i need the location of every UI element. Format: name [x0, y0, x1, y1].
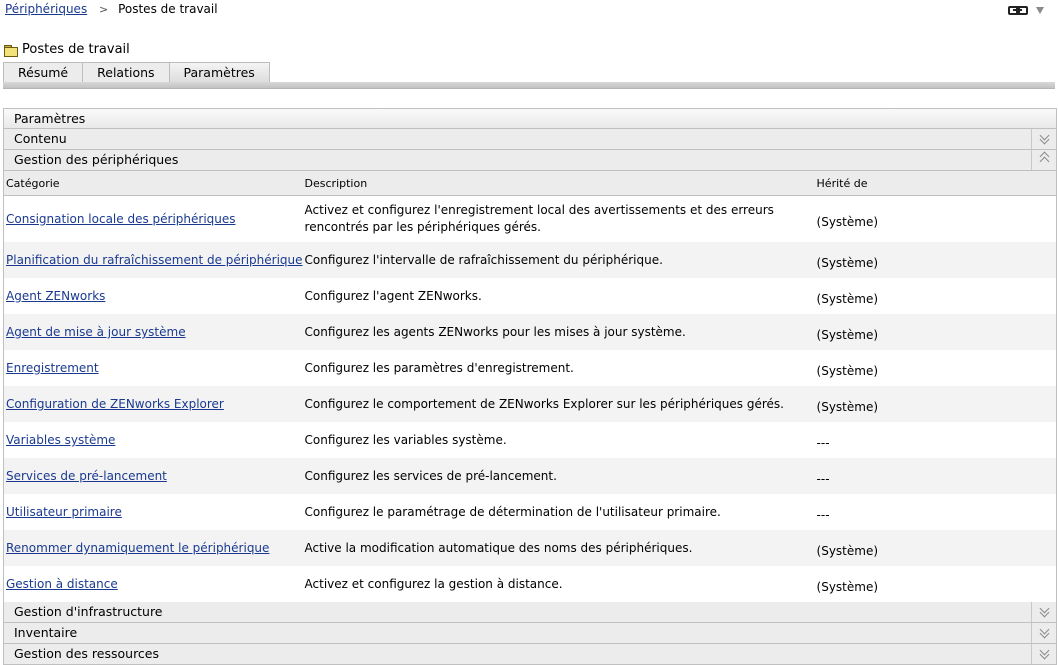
description-cell: Configurez les agents ZENworks pour les …	[302, 314, 815, 350]
column-header-category: Catégorie	[4, 171, 303, 196]
category-link[interactable]: Configuration de ZENworks Explorer	[6, 397, 224, 411]
inherited-cell: ---	[814, 458, 1056, 494]
tab-underbar	[3, 82, 1055, 89]
settings-panel: Paramètres Contenu Gestion des périphéri…	[3, 108, 1057, 665]
inherited-cell: (Système)	[816, 215, 879, 229]
column-header-inherited: Hérité de	[814, 171, 1056, 196]
link-icon[interactable]	[1008, 5, 1028, 15]
section-label: Inventaire	[14, 625, 78, 640]
section-label: Gestion des ressources	[14, 646, 160, 661]
description-cell: Active la modification automatique des n…	[302, 530, 815, 566]
table-row: Renommer dynamiquement le périphérique Ac…	[4, 530, 1056, 566]
table-row: Services de pré-lancement Configurez les …	[4, 458, 1056, 494]
category-cell: Planification du rafraîchissement de pér…	[4, 242, 303, 278]
table-row: Planification du rafraîchissement de pér…	[4, 242, 1056, 278]
expand-toggle[interactable]	[1031, 129, 1056, 149]
table-row: Utilisateur primaire Configurez le paramé…	[4, 494, 1056, 530]
inherited-cell: (Système)	[814, 242, 1056, 278]
table-row: Agent de mise à jour système Configurez l…	[4, 314, 1056, 350]
category-link[interactable]: Variables système	[6, 433, 115, 447]
double-chevron-down-icon	[1039, 645, 1049, 660]
settings-table: Catégorie Description Hérité de Consigna…	[4, 171, 1056, 602]
section-gestion-des-peripheriques[interactable]: Gestion des périphériques	[4, 150, 1056, 171]
category-link[interactable]: Consignation locale des périphériques	[6, 212, 236, 226]
table-row: Consignation locale des périphériques Act…	[4, 196, 1056, 243]
section-contenu[interactable]: Contenu	[4, 129, 1056, 150]
page-heading: Postes de travail	[4, 42, 130, 57]
description-cell: Configurez les services de pré-lancement…	[302, 458, 815, 494]
description-cell: Configurez les variables système.	[304, 432, 507, 447]
category-link[interactable]: Planification du rafraîchissement de pér…	[6, 253, 303, 267]
description-cell: Configurez les paramètres d'enregistreme…	[304, 360, 574, 375]
inherited-cell: (Système)	[814, 314, 1056, 350]
inherited-cell: (Système)	[814, 530, 1056, 566]
description-cell: Configurez le paramétrage de déterminati…	[304, 504, 721, 519]
column-header-description: Description	[302, 171, 815, 196]
tab-resume[interactable]: Résumé	[3, 62, 84, 83]
breadcrumb: Périphériques > Postes de travail	[5, 2, 218, 16]
inherited-cell: (Système)	[816, 364, 879, 378]
inherited-cell: (Système)	[814, 386, 1056, 422]
description-cell: Configurez le comportement de ZENworks E…	[302, 386, 815, 422]
section-label: Contenu	[14, 131, 67, 146]
category-link[interactable]: Gestion à distance	[6, 577, 118, 591]
category-cell: Variables système	[4, 422, 303, 458]
description-cell: Configurez l'agent ZENworks.	[304, 288, 482, 303]
description-cell: Activez et configurez la gestion à dista…	[304, 576, 563, 591]
inherited-cell: ---	[816, 508, 830, 522]
category-cell: Agent de mise à jour système	[4, 314, 303, 350]
category-link[interactable]: Renommer dynamiquement le périphérique	[6, 541, 269, 555]
inherited-cell: ---	[816, 436, 830, 450]
category-cell: Services de pré-lancement	[4, 458, 303, 494]
expand-toggle[interactable]	[1031, 623, 1056, 643]
tab-bar: Résumé Relations Paramètres	[3, 62, 270, 83]
category-link[interactable]: Enregistrement	[6, 361, 99, 375]
inherited-cell: (Système)	[816, 292, 879, 306]
category-cell: Utilisateur primaire	[4, 494, 303, 530]
category-cell: Gestion à distance	[4, 566, 303, 602]
top-right-toolbar	[1008, 5, 1044, 15]
section-label: Gestion des périphériques	[14, 152, 179, 167]
description-cell: Activez et configurez l'enregistrement l…	[304, 203, 774, 234]
category-cell: Renommer dynamiquement le périphérique	[4, 530, 303, 566]
inherited-cell: (Système)	[816, 580, 879, 594]
table-header-row: Catégorie Description Hérité de	[4, 171, 1056, 196]
double-chevron-down-icon	[1039, 130, 1049, 145]
table-row: Variables système Configurez les variable…	[4, 422, 1056, 458]
description-cell: Configurez l'intervalle de rafraîchissem…	[302, 242, 815, 278]
category-cell: Configuration de ZENworks Explorer	[4, 386, 303, 422]
category-link[interactable]: Services de pré-lancement	[6, 469, 167, 483]
collapse-toggle[interactable]	[1031, 150, 1056, 170]
page-title: Postes de travail	[22, 42, 130, 57]
table-row: Agent ZENworks Configurez l'agent ZENwork…	[4, 278, 1056, 314]
expand-toggle[interactable]	[1031, 602, 1056, 622]
category-cell: Enregistrement	[4, 350, 303, 386]
double-chevron-down-icon	[1039, 603, 1049, 618]
category-link[interactable]: Agent ZENworks	[6, 289, 105, 303]
table-row: Enregistrement Configurez les paramètres …	[4, 350, 1056, 386]
category-link[interactable]: Agent de mise à jour système	[6, 325, 186, 339]
dropdown-arrow-icon[interactable]	[1036, 6, 1044, 14]
section-inventaire[interactable]: Inventaire	[4, 623, 1056, 644]
category-cell: Agent ZENworks	[4, 278, 303, 314]
table-row: Gestion à distance Activez et configurez …	[4, 566, 1056, 602]
category-cell: Consignation locale des périphériques	[4, 196, 303, 243]
breadcrumb-current: Postes de travail	[118, 2, 218, 16]
section-gestion-infrastructure[interactable]: Gestion d'infrastructure	[4, 602, 1056, 623]
breadcrumb-link-peripheriques[interactable]: Périphériques	[5, 2, 87, 16]
table-row: Configuration de ZENworks Explorer Config…	[4, 386, 1056, 422]
folder-icon	[4, 44, 18, 57]
breadcrumb-separator: >	[99, 3, 109, 16]
tab-relations[interactable]: Relations	[82, 62, 170, 83]
category-link[interactable]: Utilisateur primaire	[6, 505, 122, 519]
tab-parametres[interactable]: Paramètres	[168, 62, 270, 83]
section-label: Gestion d'infrastructure	[14, 604, 163, 619]
double-chevron-down-icon	[1039, 624, 1049, 639]
double-chevron-up-icon	[1039, 151, 1049, 167]
panel-title: Paramètres	[4, 109, 1056, 129]
section-gestion-ressources[interactable]: Gestion des ressources	[4, 644, 1056, 665]
expand-toggle[interactable]	[1031, 644, 1056, 664]
